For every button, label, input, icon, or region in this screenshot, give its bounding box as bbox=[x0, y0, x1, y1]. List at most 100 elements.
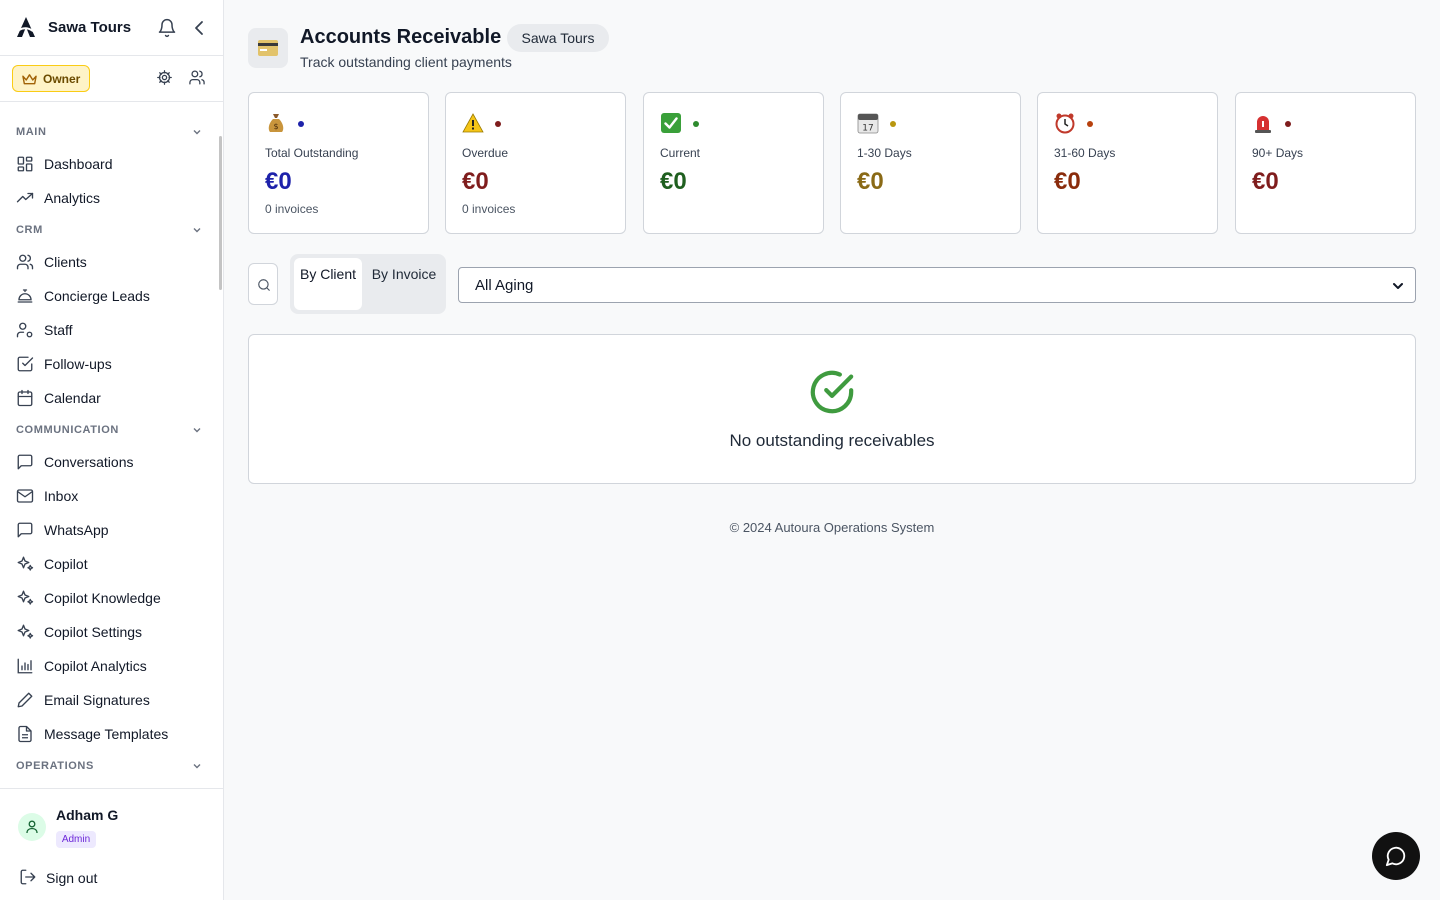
page-title: Accounts Receivable bbox=[300, 26, 502, 48]
check-box-icon bbox=[661, 113, 681, 133]
sidebar-item-copilot-knowledge[interactable]: Copilot Knowledge bbox=[8, 582, 213, 614]
trending-up-icon bbox=[16, 192, 34, 203]
sidebar-item-concierge-leads[interactable]: Concierge Leads bbox=[8, 280, 213, 312]
sidebar-item-analytics[interactable]: Analytics bbox=[8, 182, 213, 214]
chevron-down-icon[interactable] bbox=[191, 760, 203, 772]
stat-value: €0 bbox=[265, 168, 292, 195]
sparkles-icon bbox=[17, 556, 34, 571]
sidebar-item-label: Copilot bbox=[44, 556, 88, 572]
stat-label: 31-60 Days bbox=[1054, 146, 1116, 160]
footer-copyright: © 2024 Autoura Operations System bbox=[729, 520, 935, 535]
sidebar-item-label: Analytics bbox=[44, 190, 101, 206]
chevron-down-icon bbox=[1393, 283, 1403, 289]
chevron-down-icon[interactable] bbox=[191, 224, 203, 236]
sidebar-item-inbox[interactable]: Inbox bbox=[8, 480, 213, 512]
file-text-icon bbox=[18, 725, 32, 743]
stat-value: €0 bbox=[1252, 168, 1279, 195]
sidebar-item-copilot-analytics[interactable]: Copilot Analytics bbox=[8, 650, 213, 682]
mail-icon bbox=[16, 489, 34, 503]
calendar-emoji-date: 17 bbox=[862, 124, 873, 134]
chat-button[interactable] bbox=[1372, 832, 1420, 880]
status-dot bbox=[298, 121, 304, 127]
check-circle-icon bbox=[810, 370, 854, 414]
sidebar-item-conversations[interactable]: Conversations bbox=[8, 446, 213, 478]
search-button[interactable] bbox=[248, 263, 278, 305]
sidebar-item-staff[interactable]: Staff bbox=[8, 314, 213, 346]
svg-text:$: $ bbox=[273, 122, 278, 131]
chevron-down-icon[interactable] bbox=[191, 424, 203, 436]
sidebar-item-message-templates[interactable]: Message Templates bbox=[8, 718, 213, 750]
section-main: MAIN bbox=[16, 126, 47, 138]
sidebar-scrollbar[interactable] bbox=[219, 136, 222, 290]
view-toggle: By Client By Invoice bbox=[290, 254, 446, 314]
sidebar-header: Sawa Tours bbox=[0, 0, 223, 56]
view-by-invoice-button[interactable]: By Invoice bbox=[366, 258, 442, 310]
sidebar-item-calendar[interactable]: Calendar bbox=[8, 382, 213, 414]
sidebar-item-label: WhatsApp bbox=[44, 522, 109, 538]
credit-card-icon bbox=[258, 40, 278, 56]
credit-card-icon-tile bbox=[248, 28, 288, 68]
sidebar-item-copilot-settings[interactable]: Copilot Settings bbox=[8, 616, 213, 648]
stat-card-overdue[interactable]: Overdue €0 0 invoices bbox=[445, 92, 626, 234]
log-out-icon bbox=[20, 869, 36, 885]
bar-chart-icon bbox=[17, 658, 33, 674]
sign-out-label: Sign out bbox=[46, 870, 98, 886]
section-crm: CRM bbox=[16, 224, 43, 236]
stat-card-31-60-days[interactable]: 31-60 Days €0 bbox=[1037, 92, 1218, 234]
receivables-empty-state: No outstanding receivables bbox=[248, 334, 1416, 484]
stat-sub: 0 invoices bbox=[462, 202, 516, 216]
stat-card-1-30-days[interactable]: 17 1-30 Days €0 bbox=[840, 92, 1021, 234]
sidebar-nav: MAIN Dashboard Analytics CRM Clients Con… bbox=[0, 103, 223, 788]
message-circle-icon bbox=[1385, 846, 1406, 867]
brand-name: Sawa Tours bbox=[48, 19, 132, 36]
gear-icon[interactable] bbox=[156, 69, 173, 86]
money-bag-icon: $ bbox=[268, 114, 284, 132]
sidebar-item-copilot[interactable]: Copilot bbox=[8, 548, 213, 580]
concierge-bell-icon bbox=[17, 289, 33, 303]
sparkles-icon bbox=[17, 590, 34, 605]
stat-sub: 0 invoices bbox=[265, 202, 319, 216]
chevron-left-icon[interactable] bbox=[191, 19, 207, 37]
bell-icon[interactable] bbox=[157, 18, 177, 38]
stat-label: 90+ Days bbox=[1252, 146, 1304, 160]
status-dot bbox=[693, 121, 699, 127]
sidebar-item-follow-ups[interactable]: Follow-ups bbox=[8, 348, 213, 380]
aging-filter-select[interactable]: All Aging bbox=[458, 267, 1416, 303]
check-square-icon bbox=[17, 356, 34, 372]
sidebar: Sawa Tours Owner MAIN Dashboard Analytic… bbox=[0, 0, 224, 900]
sidebar-item-label: Clients bbox=[44, 254, 87, 270]
sidebar-user: Adham G Admin Sign out bbox=[0, 788, 223, 900]
section-communication: COMMUNICATION bbox=[16, 424, 119, 436]
sidebar-item-label: Inbox bbox=[44, 488, 79, 504]
avatar[interactable] bbox=[18, 813, 46, 841]
message-square-icon bbox=[17, 522, 33, 538]
calendar-icon bbox=[17, 389, 33, 407]
sidebar-item-clients[interactable]: Clients bbox=[8, 246, 213, 278]
stat-value: €0 bbox=[660, 168, 687, 195]
status-dot bbox=[495, 121, 501, 127]
empty-state-message: No outstanding receivables bbox=[729, 431, 935, 450]
user-role-badge: Admin bbox=[56, 831, 96, 848]
sidebar-item-label: Staff bbox=[44, 322, 73, 338]
sidebar-item-label: Follow-ups bbox=[44, 356, 112, 372]
status-dot bbox=[1285, 121, 1291, 127]
sidebar-item-label: Copilot Knowledge bbox=[44, 590, 161, 606]
users-icon[interactable] bbox=[188, 69, 206, 86]
organization-pill: Sawa Tours bbox=[507, 24, 609, 52]
brand-logo-icon[interactable] bbox=[15, 16, 37, 38]
section-operations: OPERATIONS bbox=[16, 760, 94, 772]
crown-icon bbox=[22, 74, 37, 85]
stat-card-total-outstanding[interactable]: $ Total Outstanding €0 0 invoices bbox=[248, 92, 429, 234]
sidebar-role-bar: Owner bbox=[0, 56, 223, 102]
sidebar-item-email-signatures[interactable]: Email Signatures bbox=[8, 684, 213, 716]
sign-out-button[interactable]: Sign out bbox=[8, 863, 213, 893]
owner-badge: Owner bbox=[12, 65, 90, 92]
chevron-down-icon[interactable] bbox=[191, 126, 203, 138]
sidebar-item-dashboard[interactable]: Dashboard bbox=[8, 148, 213, 180]
stat-card-90-plus-days[interactable]: 90+ Days €0 bbox=[1235, 92, 1416, 234]
sidebar-item-whatsapp[interactable]: WhatsApp bbox=[8, 514, 213, 546]
grid-icon bbox=[17, 156, 33, 172]
view-by-client-button[interactable]: By Client bbox=[294, 258, 362, 310]
sparkles-icon bbox=[17, 624, 34, 639]
stat-card-current[interactable]: Current €0 bbox=[643, 92, 824, 234]
